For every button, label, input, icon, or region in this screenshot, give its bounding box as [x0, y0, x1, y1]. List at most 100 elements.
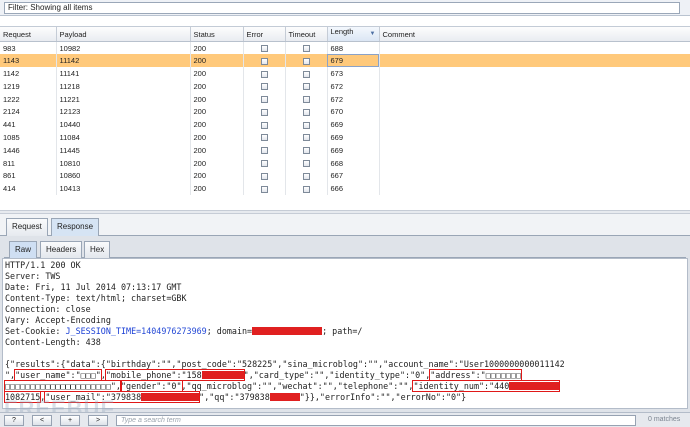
- error-checkbox[interactable]: [260, 134, 268, 142]
- error-checkbox[interactable]: [260, 121, 268, 129]
- request-cell: 1142: [0, 67, 57, 80]
- status-cell: 200: [190, 105, 244, 119]
- help-button[interactable]: ?: [4, 415, 24, 426]
- raw-response-text[interactable]: HTTP/1.1 200 OK Server: TWS Date: Fri, 1…: [2, 258, 688, 409]
- table-row[interactable]: 1085 11084 200 669: [0, 131, 690, 144]
- header-set-cookie: Set-Cookie: J_SESSION_TIME=1404976273969…: [5, 326, 362, 337]
- column-header-length-label: Length: [330, 27, 354, 36]
- timeout-checkbox-cell: [285, 182, 328, 196]
- tab-hex[interactable]: Hex: [84, 241, 111, 258]
- request-cell: 2124: [0, 105, 57, 119]
- filter-bar[interactable]: Filter: Showing all items: [0, 0, 690, 16]
- cookie-domain: ; domain=: [206, 326, 253, 336]
- json-line-3: □□□□□□□□□□□□□□□□□□□□□","gender":"0","qq_…: [4, 380, 561, 392]
- table-row[interactable]: 1142 11141 200 673: [0, 67, 690, 80]
- status-cell: 200: [190, 67, 244, 80]
- timeout-checkbox[interactable]: [302, 108, 310, 116]
- redaction-mark: [141, 393, 200, 401]
- timeout-checkbox[interactable]: [302, 185, 310, 193]
- error-checkbox-cell: [243, 169, 286, 183]
- previous-button[interactable]: <: [32, 415, 52, 426]
- tab-request[interactable]: Request: [6, 218, 48, 236]
- column-header-request[interactable]: Request: [0, 27, 57, 42]
- table-row[interactable]: 1219 11218 200 672: [0, 79, 690, 93]
- table-row[interactable]: 861 10860 200 667: [0, 169, 690, 183]
- timeout-checkbox[interactable]: [302, 121, 310, 129]
- table-row[interactable]: 414 10413 200 666: [0, 182, 690, 196]
- status-cell: 200: [190, 169, 244, 183]
- error-checkbox[interactable]: [260, 185, 268, 193]
- column-header-payload[interactable]: Payload: [56, 27, 191, 42]
- length-cell: 672: [327, 92, 380, 106]
- error-checkbox[interactable]: [260, 147, 268, 155]
- json-fragment: ",: [5, 370, 16, 380]
- length-cell: 669: [327, 118, 380, 132]
- error-checkbox-cell: [243, 41, 286, 55]
- length-cell: 670: [327, 105, 380, 119]
- table-row[interactable]: 1446 11445 200 669: [0, 143, 690, 157]
- status-line: HTTP/1.1 200 OK: [5, 260, 81, 270]
- tab-response[interactable]: Response: [51, 218, 100, 237]
- error-checkbox[interactable]: [260, 108, 268, 116]
- column-header-status[interactable]: Status: [190, 27, 244, 42]
- comment-cell: [379, 105, 690, 118]
- error-checkbox[interactable]: [260, 160, 268, 168]
- set-cookie-prefix: Set-Cookie:: [5, 326, 66, 336]
- timeout-checkbox-cell: [285, 143, 328, 157]
- payload-cell: 11142: [56, 54, 191, 68]
- tab-headers[interactable]: Headers: [40, 241, 83, 258]
- timeout-checkbox-cell: [285, 105, 328, 119]
- comment-cell: [379, 67, 690, 80]
- length-cell: 673: [327, 67, 380, 80]
- tab-raw[interactable]: Raw: [9, 241, 38, 258]
- column-header-comment[interactable]: Comment: [379, 27, 690, 42]
- timeout-checkbox[interactable]: [302, 96, 310, 104]
- payload-cell: 11084: [56, 131, 191, 144]
- header-content-length: Content-Length: 438: [5, 337, 101, 347]
- address-continued: □□□□□□□□□□□□□□□□□□□□□",: [4, 380, 122, 392]
- payload-cell: 10440: [56, 118, 191, 132]
- error-checkbox[interactable]: [260, 172, 268, 180]
- length-cell: 669: [327, 143, 380, 157]
- request-cell: 1143: [0, 54, 57, 68]
- table-row[interactable]: 1143 11142 200 679: [0, 54, 690, 68]
- error-checkbox[interactable]: [260, 57, 268, 65]
- comment-cell: [379, 54, 690, 68]
- next-button[interactable]: >: [88, 415, 108, 426]
- timeout-checkbox[interactable]: [302, 160, 310, 168]
- filter-label[interactable]: Filter: Showing all items: [4, 2, 680, 14]
- timeout-checkbox[interactable]: [302, 70, 310, 78]
- error-checkbox[interactable]: [260, 96, 268, 104]
- search-bar: ? < + > Type a search term 0 matches: [0, 412, 690, 427]
- error-checkbox[interactable]: [260, 83, 268, 91]
- error-checkbox[interactable]: [260, 70, 268, 78]
- column-header-timeout[interactable]: Timeout: [285, 27, 328, 42]
- json-fragment: ,"qq_microblog":"","wechat":"","telephon…: [181, 381, 414, 391]
- table-row[interactable]: 811 10810 200 668: [0, 156, 690, 170]
- results-table-panel: Request Payload Status Error Timeout Len…: [0, 26, 690, 210]
- search-input[interactable]: Type a search term: [116, 415, 636, 426]
- error-checkbox[interactable]: [260, 45, 268, 53]
- timeout-checkbox[interactable]: [302, 45, 310, 53]
- timeout-checkbox[interactable]: [302, 134, 310, 142]
- timeout-checkbox[interactable]: [302, 83, 310, 91]
- timeout-checkbox[interactable]: [302, 57, 310, 65]
- cookie-name: J_SESSION_TIME: [65, 326, 137, 336]
- status-cell: 200: [190, 92, 244, 106]
- error-checkbox-cell: [243, 54, 286, 68]
- column-header-length[interactable]: Length ▼: [327, 27, 380, 42]
- timeout-checkbox[interactable]: [302, 147, 310, 155]
- timeout-checkbox[interactable]: [302, 172, 310, 180]
- table-row[interactable]: 1222 11221 200 672: [0, 92, 690, 106]
- table-row[interactable]: 983 10982 200 688: [0, 41, 690, 55]
- comment-cell: [379, 144, 690, 157]
- user-name-field: "user_name":"□□□": [14, 369, 102, 381]
- status-cell: 200: [190, 54, 244, 68]
- add-button[interactable]: +: [60, 415, 80, 426]
- match-count: 0 matches: [648, 416, 681, 423]
- column-header-error[interactable]: Error: [243, 27, 286, 42]
- table-row[interactable]: 441 10440 200 669: [0, 118, 690, 132]
- status-cell: 200: [190, 156, 244, 170]
- timeout-checkbox-cell: [285, 118, 328, 132]
- table-row[interactable]: 2124 12123 200 670: [0, 105, 690, 119]
